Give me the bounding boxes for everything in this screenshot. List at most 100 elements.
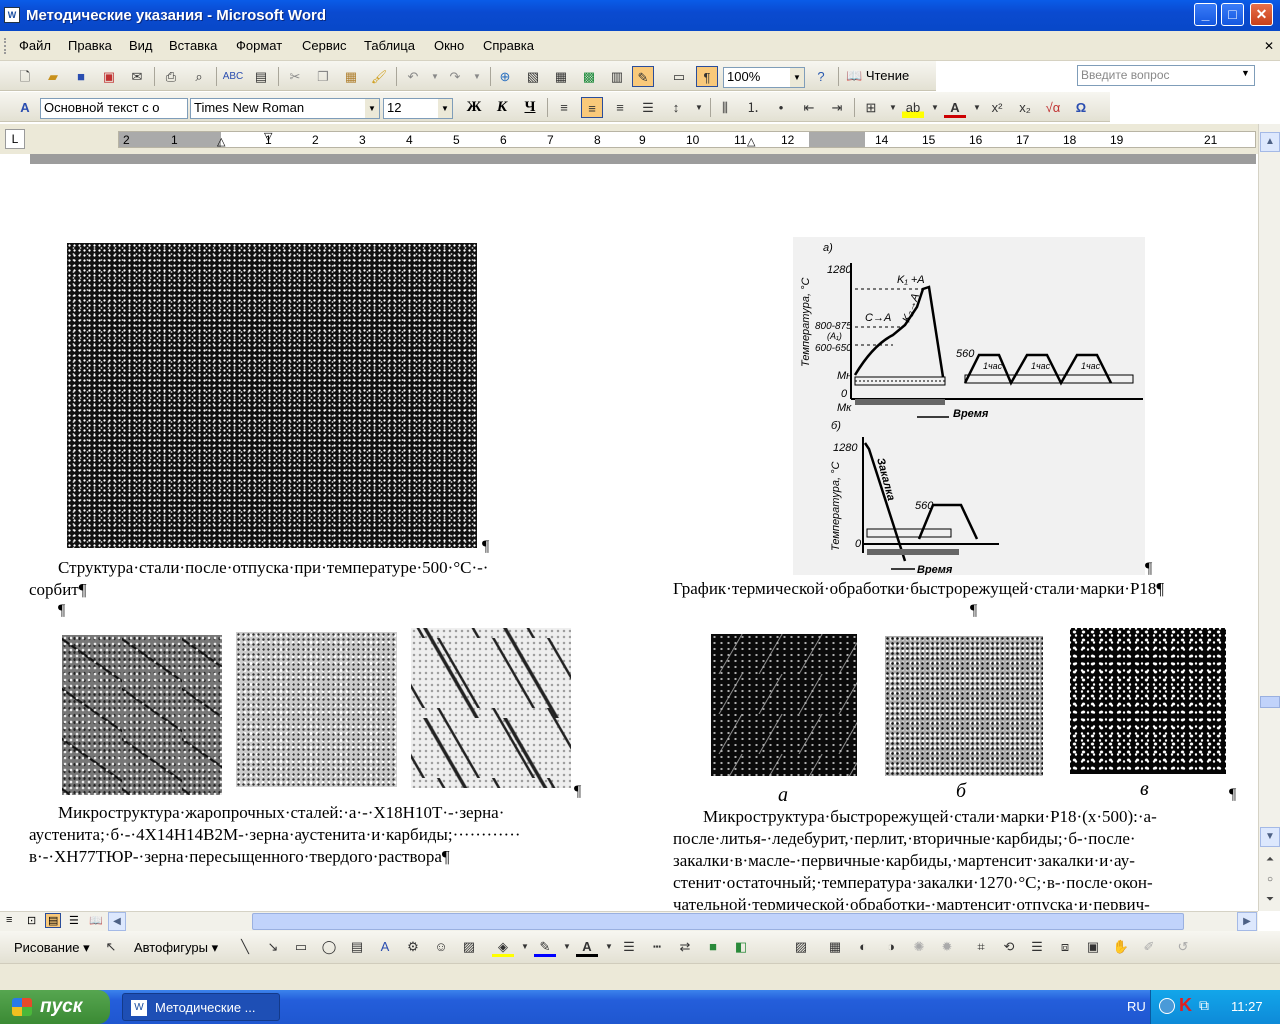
zoom-select[interactable]: 100% ▼ bbox=[723, 67, 805, 88]
start-button[interactable]: пуск bbox=[0, 990, 110, 1024]
line-icon[interactable]: ╲ bbox=[234, 936, 256, 957]
spelling-icon[interactable]: ABC bbox=[222, 66, 244, 87]
line-spacing-dropdown-icon[interactable]: ▼ bbox=[688, 97, 710, 118]
menu-window[interactable]: Окно bbox=[434, 38, 464, 53]
toolbar-grip[interactable] bbox=[4, 38, 7, 54]
columns-icon[interactable]: ▥ bbox=[606, 66, 628, 87]
image-mode-icon[interactable]: ▦ bbox=[824, 936, 846, 957]
scroll-down-icon[interactable]: ▼ bbox=[1260, 827, 1280, 847]
horizontal-ruler[interactable]: 2 1 1 2 3 4 5 6 7 8 9 10 11 12 14 15 16 … bbox=[118, 131, 1256, 148]
compress-icon[interactable]: ⧈ bbox=[1054, 936, 1076, 957]
font-color-icon[interactable]: A bbox=[944, 97, 966, 118]
format-picture-icon[interactable]: ✋ bbox=[1110, 936, 1132, 957]
less-contrast-icon[interactable]: ◑ bbox=[880, 936, 902, 957]
size-dropdown-icon[interactable]: ▼ bbox=[438, 99, 452, 118]
normal-view-icon[interactable]: ≡ bbox=[6, 914, 12, 926]
drawing-icon[interactable]: ✎ bbox=[632, 66, 654, 87]
crop-icon[interactable]: ⌗ bbox=[970, 936, 992, 957]
text-wrap-icon[interactable]: ▣ bbox=[1082, 936, 1104, 957]
style-select[interactable]: Основной текст с о bbox=[40, 98, 188, 119]
tables-borders-icon[interactable]: ▧ bbox=[522, 66, 544, 87]
close-document-icon[interactable]: ✕ bbox=[1264, 39, 1274, 53]
menu-file[interactable]: Файл bbox=[19, 38, 51, 53]
print-preview-icon[interactable]: ⌕ bbox=[188, 66, 210, 87]
align-center-icon[interactable]: ≡ bbox=[581, 97, 603, 118]
select-objects-icon[interactable]: ↖ bbox=[100, 936, 122, 957]
justify-icon[interactable]: ☰ bbox=[637, 97, 659, 118]
underline-button[interactable]: Ч bbox=[519, 97, 541, 118]
autoshapes-button[interactable]: Автофигуры ▾ bbox=[134, 940, 218, 956]
line-color-dropdown-icon[interactable]: ▼ bbox=[556, 936, 578, 957]
rectangle-icon[interactable]: ▭ bbox=[290, 936, 312, 957]
highlight-dropdown-icon[interactable]: ▼ bbox=[924, 97, 946, 118]
fill-dropdown-icon[interactable]: ▼ bbox=[514, 936, 536, 957]
styles-pane-icon[interactable]: A bbox=[14, 97, 36, 118]
rotate-icon[interactable]: ⟲ bbox=[998, 936, 1020, 957]
open-folder-icon[interactable]: ▰ bbox=[42, 66, 64, 87]
insert-excel-icon[interactable]: ▩ bbox=[578, 66, 600, 87]
show-formatting-icon[interactable]: ¶ bbox=[696, 66, 718, 87]
save-icon[interactable]: ■ bbox=[70, 66, 92, 87]
menu-format[interactable]: Формат bbox=[236, 38, 282, 53]
first-line-indent-marker[interactable]: ▽ bbox=[264, 130, 272, 143]
previous-page-icon[interactable]: ⏶ bbox=[1260, 851, 1280, 871]
help-icon[interactable]: ? bbox=[810, 66, 832, 87]
vertical-scrollbar[interactable]: ▲ ▼ ⏶ ○ ⏷ bbox=[1258, 124, 1280, 911]
menu-table[interactable]: Таблица bbox=[364, 38, 415, 53]
web-view-icon[interactable]: ⊡ bbox=[27, 914, 36, 927]
picture-insert-icon[interactable]: ▨ bbox=[790, 936, 812, 957]
menu-edit[interactable]: Правка bbox=[68, 38, 112, 53]
picture-line-style-icon[interactable]: ☰ bbox=[1026, 936, 1048, 957]
draw-font-color-icon[interactable]: A bbox=[576, 936, 598, 957]
textbox-icon[interactable]: ▤ bbox=[346, 936, 368, 957]
wordart-icon[interactable]: A bbox=[374, 936, 396, 957]
superscript-icon[interactable]: x² bbox=[986, 97, 1008, 118]
language-indicator[interactable]: RU bbox=[1127, 999, 1146, 1014]
transparent-color-icon[interactable]: ✐ bbox=[1138, 936, 1160, 957]
hscroll-thumb[interactable] bbox=[252, 913, 1184, 930]
redo-icon[interactable]: ↷ bbox=[444, 66, 466, 87]
scroll-left-icon[interactable]: ◀ bbox=[108, 912, 126, 931]
next-page-icon[interactable]: ⏷ bbox=[1260, 891, 1280, 911]
symbol-icon[interactable]: Ω bbox=[1070, 97, 1092, 118]
align-left-icon[interactable]: ≡ bbox=[553, 97, 575, 118]
minimize-button[interactable]: _ bbox=[1194, 3, 1217, 26]
bold-button[interactable]: Ж bbox=[463, 97, 485, 118]
font-select[interactable]: Times New Roman ▼ bbox=[190, 98, 380, 119]
less-brightness-icon[interactable]: ✹ bbox=[936, 936, 958, 957]
email-icon[interactable]: ✉ bbox=[126, 66, 148, 87]
line-style-icon[interactable]: ☰ bbox=[618, 936, 640, 957]
increase-indent-icon[interactable]: ⇥ bbox=[826, 97, 848, 118]
horizontal-scrollbar[interactable]: ≡ ⊡ ▤ ☰ 📖 ◀ ▶ bbox=[0, 911, 1258, 931]
outline-view-icon[interactable]: ☰ bbox=[69, 914, 79, 927]
undo-dropdown-icon[interactable]: ▼ bbox=[424, 66, 446, 87]
menu-help[interactable]: Справка bbox=[483, 38, 534, 53]
menu-tools[interactable]: Сервис bbox=[302, 38, 347, 53]
tab-selector[interactable]: L bbox=[5, 129, 25, 149]
italic-button[interactable]: К bbox=[491, 97, 513, 118]
arrow-style-icon[interactable]: ⇄ bbox=[674, 936, 696, 957]
undo-icon[interactable]: ↶ bbox=[402, 66, 424, 87]
decrease-indent-icon[interactable]: ⇤ bbox=[798, 97, 820, 118]
print-icon[interactable]: ⎙ bbox=[160, 66, 182, 87]
borders-dropdown-icon[interactable]: ▼ bbox=[882, 97, 904, 118]
browse-object-icon[interactable]: ○ bbox=[1260, 871, 1280, 891]
zoom-dropdown-icon[interactable]: ▼ bbox=[790, 68, 804, 87]
bullets-icon[interactable]: • bbox=[770, 97, 792, 118]
subscript-icon[interactable]: x₂ bbox=[1014, 97, 1036, 118]
borders-icon[interactable]: ⊞ bbox=[860, 97, 882, 118]
draw-font-dropdown-icon[interactable]: ▼ bbox=[598, 936, 620, 957]
format-painter-icon[interactable]: 🖌 bbox=[368, 66, 390, 87]
highlight-icon[interactable]: ab bbox=[902, 97, 924, 118]
scroll-up-icon[interactable]: ▲ bbox=[1260, 132, 1280, 152]
fill-color-icon[interactable]: ◈ bbox=[492, 936, 514, 957]
ask-dropdown-icon[interactable]: ▼ bbox=[1241, 68, 1250, 78]
font-color-dropdown-icon[interactable]: ▼ bbox=[966, 97, 988, 118]
menu-insert[interactable]: Вставка bbox=[169, 38, 217, 53]
taskbar-word-item[interactable]: W Методические ... bbox=[122, 993, 280, 1021]
insert-table-icon[interactable]: ▦ bbox=[550, 66, 572, 87]
maximize-button[interactable]: □ bbox=[1221, 3, 1244, 26]
diagram-icon[interactable]: ⚙ bbox=[402, 936, 424, 957]
reading-view-icon[interactable]: 📖 bbox=[89, 914, 103, 927]
menu-view[interactable]: Вид bbox=[129, 38, 153, 53]
